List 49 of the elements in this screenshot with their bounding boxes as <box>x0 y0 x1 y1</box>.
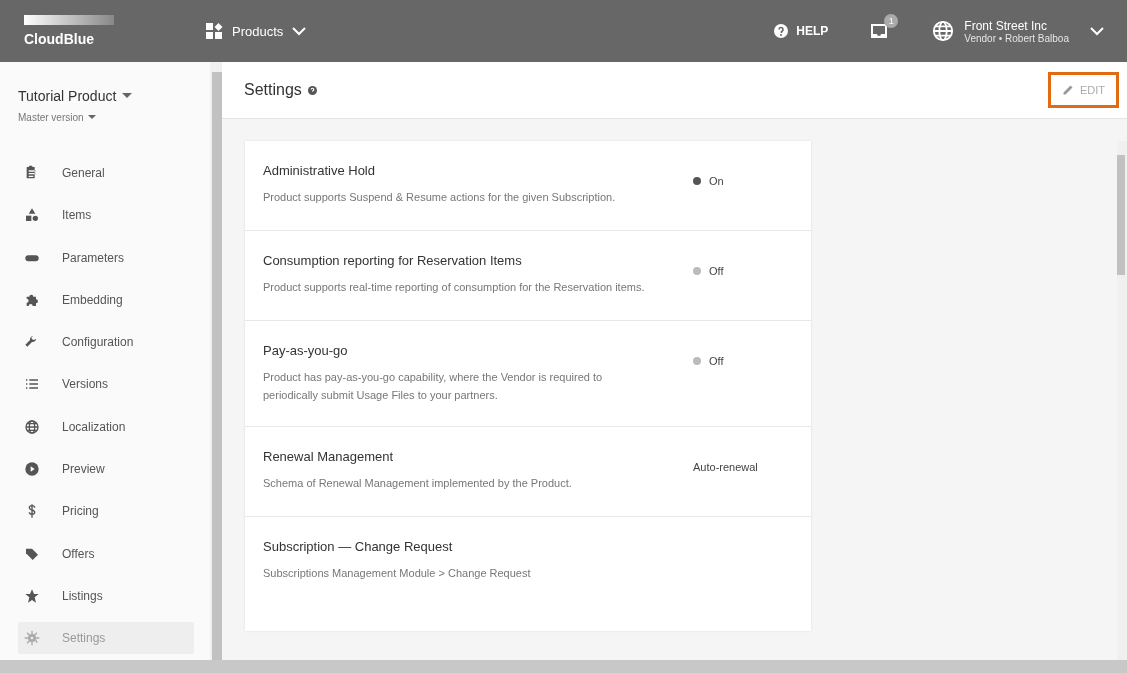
globe-icon <box>932 20 955 42</box>
sidebar-item[interactable]: Listings <box>18 579 194 612</box>
notification-badge: 1 <box>884 14 899 28</box>
star-icon <box>24 587 40 604</box>
shapes-icon <box>24 207 40 224</box>
setting-description: Subscriptions Management Module > Change Request <box>263 566 532 581</box>
sidebar-item[interactable]: General <box>18 157 194 189</box>
setting-value: Off <box>709 265 724 277</box>
caret-icon <box>87 115 96 120</box>
sidebar-item[interactable]: Pricing <box>18 495 194 528</box>
setting-value: Off <box>709 355 724 367</box>
setting-description: Product supports Suspend & Resume actions for the given Subscription. <box>263 190 617 205</box>
sidebar-item[interactable]: Parameters <box>18 241 194 274</box>
sidebar-item[interactable]: Localization <box>18 410 194 443</box>
chevron-down-icon <box>291 26 308 36</box>
setting-title: Renewal Management <box>263 449 395 464</box>
sidebar-item[interactable]: Versions <box>18 368 194 401</box>
sidebar-item[interactable]: Embedding <box>18 283 194 316</box>
setting-title: Consumption reporting for Reservation Items <box>263 253 523 268</box>
pencil-icon <box>1061 84 1074 96</box>
help-icon[interactable] <box>307 85 317 95</box>
setting-description: Product supports real-time reporting of consumption for the Reservation items. <box>263 280 646 295</box>
setting-description: Product has pay-as-you-go capability, where the Vendor is required to periodically submit Usage Files to your partners. <box>263 370 604 403</box>
caret-icon <box>122 93 133 99</box>
sidebar-item[interactable]: Offers <box>18 537 194 570</box>
sidebar-item[interactable]: Preview <box>18 453 194 486</box>
chevron-down-icon <box>1089 26 1105 36</box>
sidebar-item[interactable]: Configuration <box>18 326 194 359</box>
apps-icon <box>206 23 224 39</box>
scrollbar[interactable] <box>1117 141 1127 660</box>
setting-title: Administrative Hold <box>263 163 376 178</box>
setting-value: Auto-renewal <box>693 461 758 473</box>
setting-title: Pay-as-you-go <box>263 343 349 358</box>
version-selector[interactable]: Master version <box>18 112 194 123</box>
help-button[interactable]: HELP <box>768 23 835 39</box>
products-menu[interactable]: Products <box>200 22 314 40</box>
product-selector[interactable]: Tutorial Product <box>18 88 194 104</box>
setting-description: Schema of Renewal Management implemented by the Product. <box>263 476 573 491</box>
setting-title: Subscription — Change Request <box>263 539 454 554</box>
settings-icon <box>24 630 40 647</box>
help-icon <box>774 24 789 38</box>
play-icon <box>24 461 40 478</box>
horizontal-scrollbar[interactable] <box>0 660 1127 673</box>
sidebar-item[interactable]: Items <box>18 199 194 232</box>
globe-icon <box>24 418 40 435</box>
page-title: Settings <box>244 81 302 99</box>
scrollbar[interactable] <box>210 62 222 660</box>
account-menu[interactable]: Front Street Inc Vendor • Robert Balboa <box>926 17 1111 45</box>
setting-value: On <box>709 175 724 187</box>
